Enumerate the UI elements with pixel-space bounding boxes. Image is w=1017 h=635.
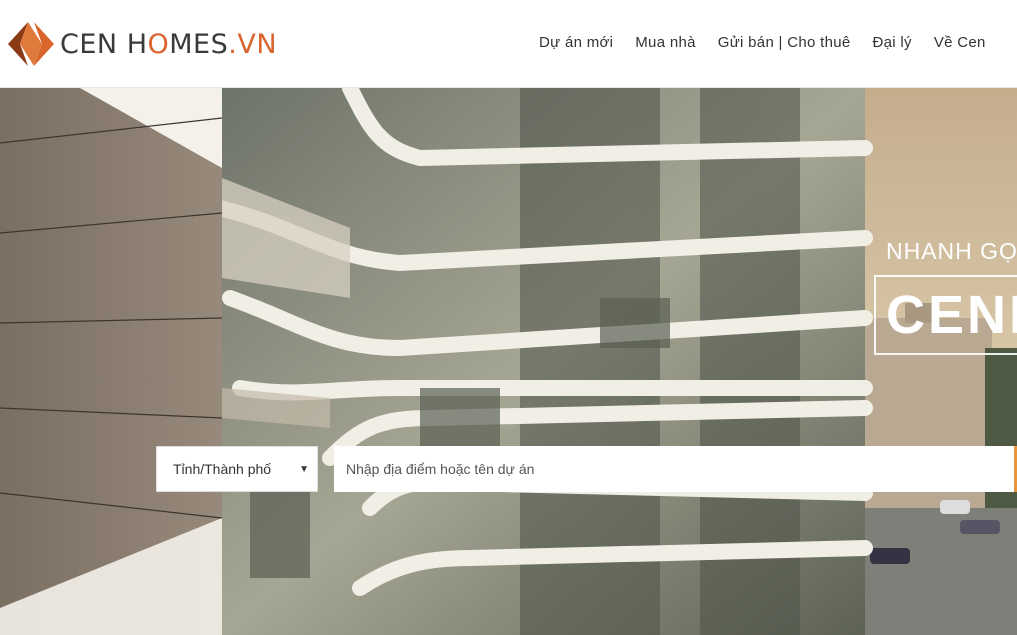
search-bar: Tỉnh/Thành phố ▼: [156, 446, 1017, 492]
nav-mua-nha[interactable]: Mua nhà: [635, 34, 695, 51]
nav-dai-ly[interactable]: Đại lý: [873, 34, 912, 51]
caret-down-icon: ▼: [299, 463, 309, 475]
city-select-label: Tỉnh/Thành phố: [173, 461, 272, 477]
nav-gui-ban-cho-thue[interactable]: Gửi bán | Cho thuê: [718, 34, 851, 51]
logo-mark-icon: [8, 22, 54, 66]
logo[interactable]: CEN HOMES.VN: [6, 20, 277, 68]
search-input[interactable]: [334, 446, 1014, 492]
hero-brand-text: CENH: [886, 285, 1017, 345]
nav-du-an-moi[interactable]: Dự án mới: [539, 34, 613, 51]
hero-banner: NHANH GỌ CENH: [0, 88, 1017, 635]
logo-text: CEN HOMES.VN: [60, 28, 278, 60]
site-header: CEN HOMES.VN Dự án mới Mua nhà Gửi bán |…: [0, 0, 1017, 88]
hero-building-image: [0, 88, 1017, 635]
nav-ve-cen[interactable]: Về Cen: [934, 34, 986, 51]
city-select[interactable]: Tỉnh/Thành phố ▼: [156, 446, 318, 492]
hero-slogan: NHANH GỌ: [886, 238, 1017, 264]
main-nav: Dự án mới Mua nhà Gửi bán | Cho thuê Đại…: [539, 34, 1008, 51]
